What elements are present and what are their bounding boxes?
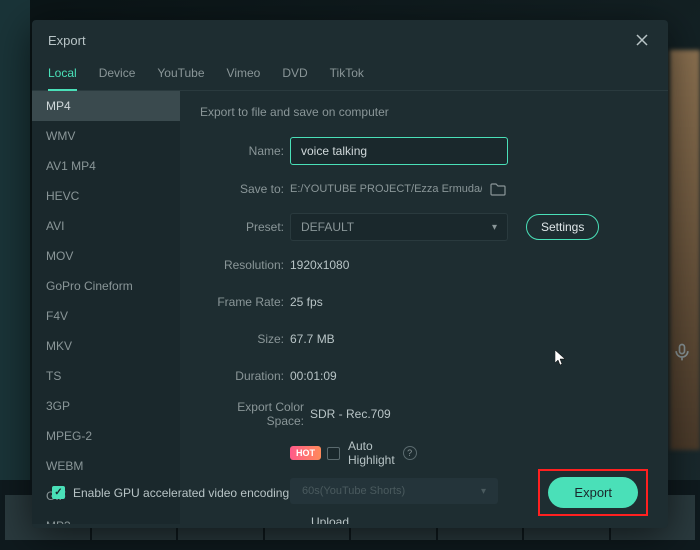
format-f4v[interactable]: F4V [32,301,180,331]
microphone-icon[interactable] [672,342,692,362]
format-mov[interactable]: MOV [32,241,180,271]
framerate-label: Frame Rate: [200,295,290,309]
colorspace-label: Export Color Space: [200,400,310,428]
duration-label: Duration: [200,369,290,383]
tab-local[interactable]: Local [48,58,77,90]
name-label: Name: [200,144,290,158]
tab-youtube[interactable]: YouTube [157,58,204,90]
preset-value: DEFAULT [301,220,354,234]
panel-subtitle: Export to file and save on computer [200,105,648,119]
export-tabs: Local Device YouTube Vimeo DVD TikTok [32,58,668,91]
settings-button[interactable]: Settings [526,214,599,240]
save-path-text: E:/YOUTUBE PROJECT/Ezza Ermuda/recrea [290,183,482,195]
format-hevc[interactable]: HEVC [32,181,180,211]
dialog-title: Export [48,33,86,48]
format-avi[interactable]: AVI [32,211,180,241]
cursor-icon [555,350,567,369]
duration-value: 00:01:09 [290,369,648,383]
close-button[interactable] [632,30,652,50]
name-input[interactable] [290,137,508,165]
size-value: 67.7 MB [290,332,648,346]
format-mpeg-2[interactable]: MPEG-2 [32,421,180,451]
export-button[interactable]: Export [548,477,638,508]
preset-label: Preset: [200,220,290,234]
tab-dvd[interactable]: DVD [282,58,307,90]
resolution-label: Resolution: [200,258,290,272]
format-mkv[interactable]: MKV [32,331,180,361]
save-to-label: Save to: [200,182,290,196]
colorspace-value: SDR - Rec.709 [310,407,648,421]
framerate-value: 25 fps [290,295,648,309]
format-gopro-cineform[interactable]: GoPro Cineform [32,271,180,301]
chevron-down-icon: ▾ [492,222,497,233]
tab-device[interactable]: Device [99,58,136,90]
format-av1-mp4[interactable]: AV1 MP4 [32,151,180,181]
gpu-label: Enable GPU accelerated video encoding [73,486,289,500]
export-highlight-box: Export [538,469,648,516]
tab-vimeo[interactable]: Vimeo [227,58,261,90]
resolution-value: 1920x1080 [290,258,648,272]
gpu-checkbox[interactable] [52,486,65,499]
format-ts[interactable]: TS [32,361,180,391]
format-mp4[interactable]: MP4 [32,91,180,121]
format-wmv[interactable]: WMV [32,121,180,151]
gpu-acceleration-option[interactable]: Enable GPU accelerated video encoding [52,486,289,500]
export-dialog: Export LocalDeviceYouTubeVimeoDVDTikTok … [32,20,668,528]
tab-tiktok[interactable]: TikTok [330,58,364,90]
close-icon [635,33,649,47]
format-3gp[interactable]: 3GP [32,391,180,421]
preset-select[interactable]: DEFAULT ▾ [290,213,508,241]
folder-icon[interactable] [490,182,506,196]
size-label: Size: [200,332,290,346]
